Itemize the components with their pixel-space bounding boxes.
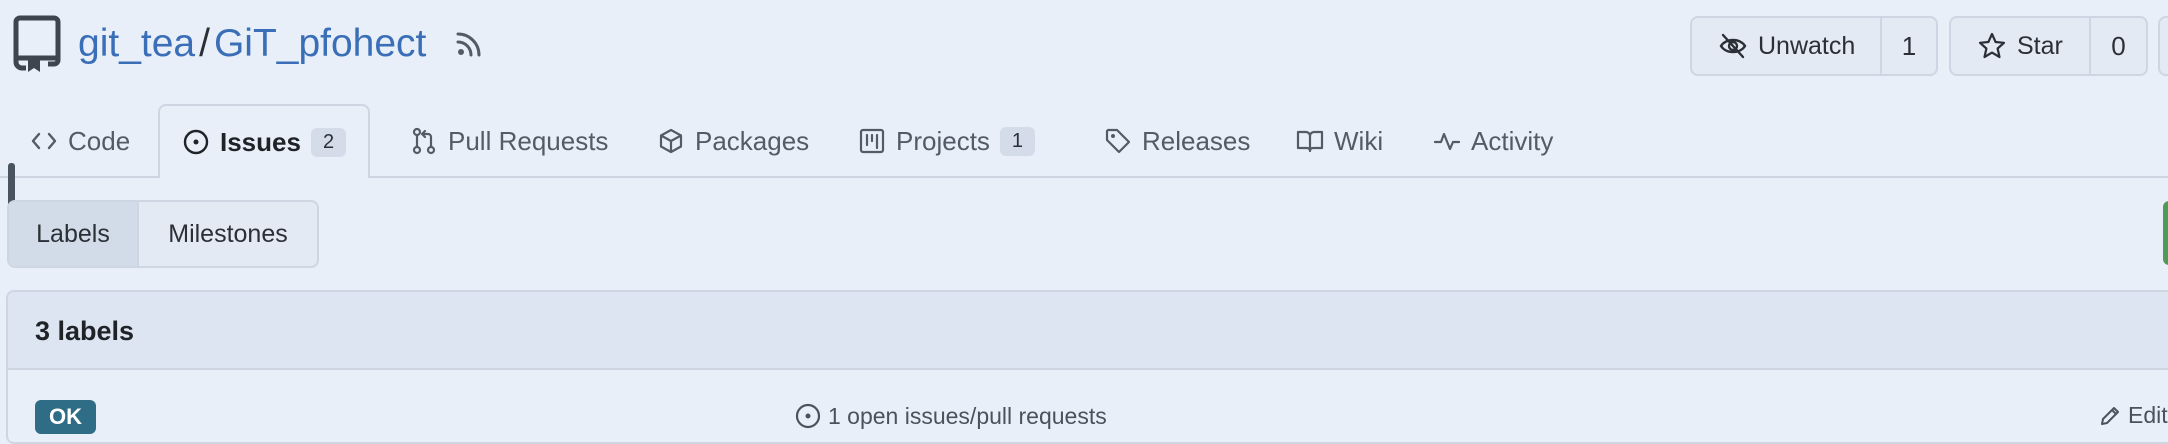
pulse-icon (1433, 127, 1461, 155)
label-pill[interactable]: OK (35, 400, 96, 434)
tab-code-label: Code (68, 125, 131, 156)
issues-count-badge: 2 (310, 127, 347, 157)
tab-code[interactable]: Code (30, 106, 130, 176)
star-label: Star (2017, 31, 2063, 60)
issues-subnav: Labels Milestones (7, 200, 319, 268)
tab-releases[interactable]: Releases (1104, 106, 1250, 176)
issue-opened-icon (182, 128, 210, 156)
rss-icon[interactable] (454, 29, 484, 59)
tab-activity[interactable]: Activity (1433, 106, 1553, 176)
repo-owner-link[interactable]: git_tea (78, 22, 195, 66)
tab-pull-requests[interactable]: Pull Requests (410, 106, 608, 176)
star-icon (1977, 31, 2007, 61)
tab-packages-label: Packages (695, 125, 810, 156)
breadcrumb-separator: / (199, 22, 210, 65)
subnav-labels[interactable]: Labels (9, 202, 139, 266)
labels-list: 3 labels OK 1 open issues/pull requests … (6, 290, 2168, 444)
tab-packages[interactable]: Packages (657, 106, 809, 176)
new-label-button[interactable] (2163, 201, 2168, 265)
book-icon (1296, 127, 1324, 155)
eye-closed-icon (1718, 31, 1748, 61)
unwatch-button[interactable]: Unwatch (1692, 18, 1880, 74)
tab-wiki[interactable]: Wiki (1296, 106, 1383, 176)
label-open-issues-text: 1 open issues/pull requests (828, 402, 1107, 429)
tab-projects-label: Projects (896, 125, 990, 156)
repo-icon (12, 14, 62, 74)
repo-name-link[interactable]: GiT_pfohect (214, 22, 426, 66)
pull-request-icon (410, 127, 438, 155)
tab-releases-label: Releases (1142, 125, 1251, 156)
label-open-issues-link[interactable]: 1 open issues/pull requests (794, 402, 1107, 430)
tab-activity-label: Activity (1471, 125, 1554, 156)
tab-issues-label: Issues (220, 126, 301, 157)
watchers-count[interactable]: 1 (1880, 18, 1936, 74)
labels-list-header: 3 labels (8, 292, 2168, 370)
watch-button-group: Unwatch 1 (1690, 16, 1938, 76)
labels-count: 3 labels (35, 316, 135, 346)
breadcrumb: git_tea / GiT_pfohect (78, 22, 484, 66)
tab-wiki-label: Wiki (1334, 125, 1384, 156)
subnav-milestones[interactable]: Milestones (139, 202, 317, 266)
label-edit-text: Edit (2128, 402, 2168, 428)
tab-issues[interactable]: Issues 2 (158, 104, 371, 178)
code-icon (30, 127, 58, 155)
projects-count-badge: 1 (999, 126, 1036, 156)
stars-count[interactable]: 0 (2089, 18, 2146, 74)
star-button-group: Star 0 (1949, 16, 2148, 76)
fork-button[interactable] (2158, 16, 2168, 76)
pencil-icon (2098, 404, 2122, 428)
label-edit-button[interactable]: Edit (2098, 402, 2168, 429)
tab-pull-requests-label: Pull Requests (448, 125, 609, 156)
unwatch-label: Unwatch (1758, 31, 1856, 60)
star-button[interactable]: Star (1951, 18, 2089, 74)
issue-opened-icon (794, 402, 822, 430)
package-icon (657, 127, 685, 155)
tag-icon (1104, 127, 1132, 155)
project-icon (858, 127, 886, 155)
tab-projects[interactable]: Projects 1 (858, 106, 1036, 176)
